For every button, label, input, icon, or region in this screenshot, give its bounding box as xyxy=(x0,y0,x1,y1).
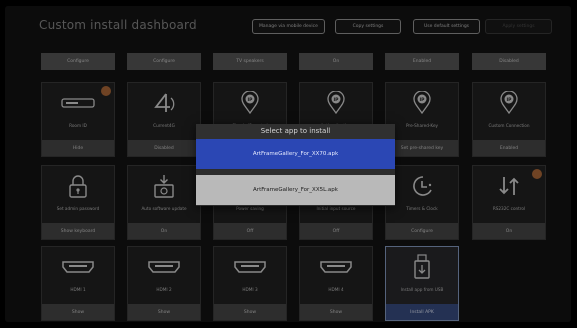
dialog-title: Select app to install xyxy=(196,124,395,139)
dialog-option[interactable]: ArtFrameGallery_For_XX5L.apk xyxy=(196,175,395,205)
select-app-dialog: Select app to install ArtFrameGallery_Fo… xyxy=(196,124,395,206)
dialog-option-selected[interactable]: ArtFrameGallery_For_XX70.apk xyxy=(196,139,395,169)
tv-screen: Custom install dashboard Manage via mobi… xyxy=(5,6,571,322)
